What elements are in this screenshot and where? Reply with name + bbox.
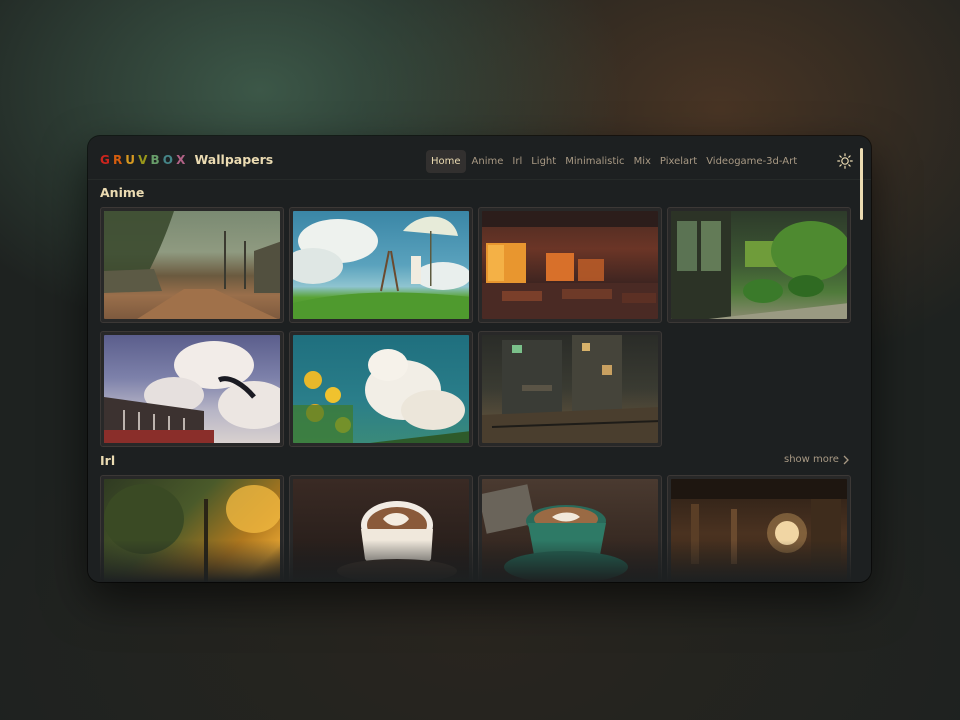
- tab-pixelart[interactable]: Pixelart: [656, 150, 701, 173]
- wallpaper-art: [671, 211, 847, 319]
- tab-videogame-3d-art[interactable]: Videogame-3d-Art: [702, 150, 801, 173]
- wallpaper-card[interactable]: [478, 207, 662, 323]
- brand-letter-b: B: [150, 153, 162, 167]
- wallpaper-card[interactable]: [100, 207, 284, 323]
- app-window: G R U V B O X Wallpapers Home Anime Irl …: [88, 136, 871, 582]
- wallpaper-image: [482, 211, 658, 319]
- wallpaper-card[interactable]: [289, 331, 473, 447]
- wallpaper-image: [482, 335, 658, 443]
- scrollbar-thumb[interactable]: [860, 148, 863, 220]
- wallpaper-card[interactable]: [478, 331, 662, 447]
- wallpaper-card[interactable]: [289, 207, 473, 323]
- show-more-link[interactable]: show more: [784, 454, 850, 465]
- wallpaper-image: [104, 211, 280, 319]
- show-more-label: show more: [784, 454, 839, 465]
- wallpaper-image: [104, 335, 280, 443]
- section-title-irl: Irl: [100, 453, 116, 468]
- wallpaper-card[interactable]: [100, 331, 284, 447]
- sun-icon: [837, 153, 853, 169]
- wallpaper-image: [671, 211, 847, 319]
- wallpaper-art: [482, 211, 658, 319]
- brand-wordmark: G R U V B O X: [100, 153, 187, 167]
- tab-light[interactable]: Light: [527, 150, 560, 173]
- theme-toggle-button[interactable]: [836, 152, 854, 170]
- brand-letter-r: R: [112, 153, 125, 167]
- section-title-anime: Anime: [100, 185, 145, 200]
- wallpaper-art: [293, 349, 469, 443]
- wallpaper-art: [482, 335, 658, 443]
- brand-letter-g: G: [100, 153, 112, 167]
- chevron-right-icon: [843, 455, 849, 464]
- tab-irl[interactable]: Irl: [508, 150, 526, 173]
- tab-minimalistic[interactable]: Minimalistic: [561, 150, 628, 173]
- tab-home[interactable]: Home: [426, 150, 466, 173]
- wallpaper-card[interactable]: [667, 207, 851, 323]
- wallpaper-art: [104, 211, 280, 319]
- wallpaper-image: [293, 335, 469, 443]
- brand-letter-u: U: [125, 153, 138, 167]
- bottom-fade: [88, 540, 871, 582]
- wallpaper-art: [104, 341, 280, 443]
- brand-title: Wallpapers: [194, 152, 274, 167]
- tab-mix[interactable]: Mix: [630, 150, 655, 173]
- tab-anime[interactable]: Anime: [468, 150, 508, 173]
- wallpaper-art: [293, 216, 469, 319]
- brand-letter-o: O: [162, 153, 176, 167]
- brand-letter-v: V: [138, 153, 150, 167]
- nav-tabs: Home Anime Irl Light Minimalistic Mix Pi…: [426, 150, 802, 173]
- navbar: G R U V B O X Wallpapers Home Anime Irl …: [88, 136, 871, 180]
- brand-logo[interactable]: G R U V B O X Wallpapers: [100, 152, 274, 168]
- wallpaper-image: [293, 211, 469, 319]
- brand-letter-x: X: [176, 153, 188, 167]
